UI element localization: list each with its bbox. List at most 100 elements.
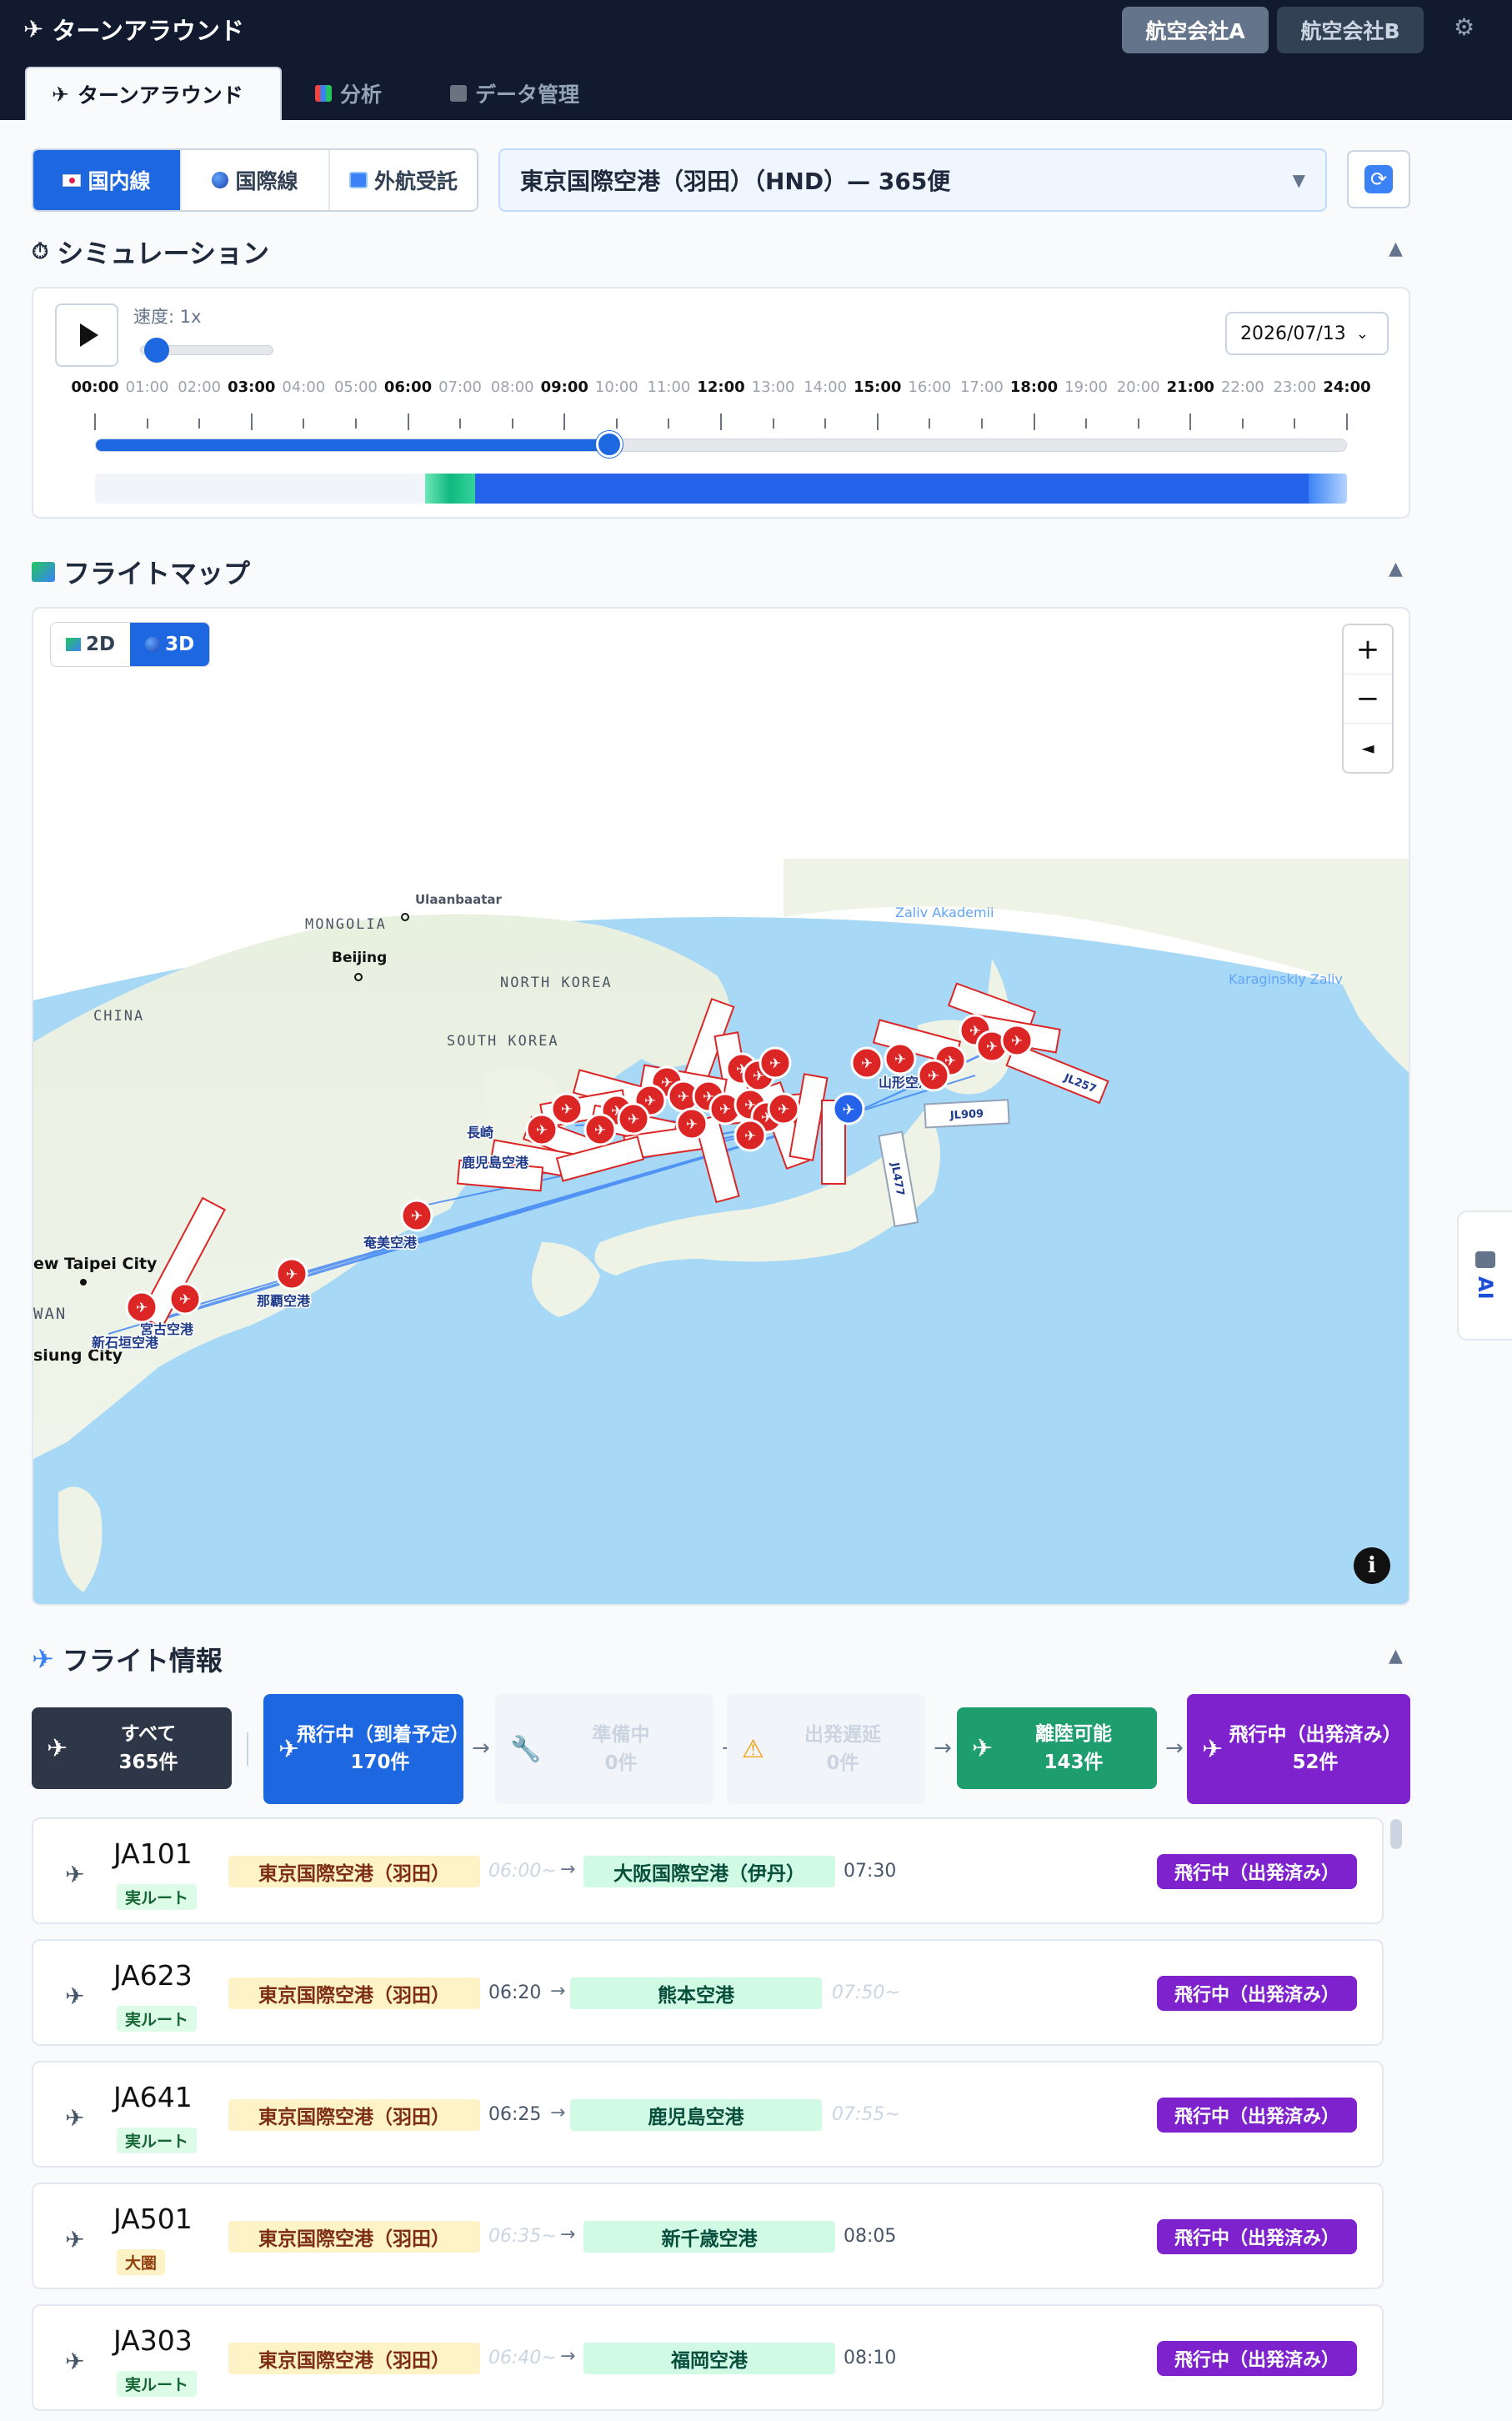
hour-tick: [876, 414, 879, 430]
flight-row[interactable]: ✈ JA641 実ルート 東京国際空港（羽田） 06:25 → 鹿児島空港 07:55~ 飛行中…: [32, 2061, 1384, 2168]
filter-preparing[interactable]: 🔧 準備中 0件: [495, 1694, 713, 1804]
airline-a-button[interactable]: 航空会社A: [1122, 7, 1269, 53]
airline-b-button[interactable]: 航空会社B: [1277, 7, 1424, 53]
hour-tick: [1085, 419, 1088, 429]
airport-select[interactable]: 東京国際空港（羽田）（HND）— 365便 ▼: [498, 148, 1327, 212]
airplane-icon: ✈: [561, 1101, 573, 1118]
timeline-slider[interactable]: [95, 431, 1347, 458]
hour-tick: [1033, 414, 1035, 430]
hour-tick: [1189, 414, 1192, 430]
hour-tick: [1294, 419, 1296, 429]
refresh-icon: ⟳: [1364, 165, 1393, 193]
zoom-in-button[interactable]: +: [1344, 625, 1392, 674]
airplane-icon: ✈: [1202, 1734, 1224, 1764]
tab-turnaround[interactable]: ✈ ターンアラウンド: [25, 67, 282, 120]
airplane-icon: ✈: [744, 1128, 756, 1145]
hour-tick: [146, 419, 148, 429]
airplane-icon: ✈: [65, 2348, 85, 2375]
view-3d-button[interactable]: 3D: [130, 623, 210, 666]
departure-airport: 東京国際空港（羽田）: [228, 1856, 480, 1887]
zoom-out-button[interactable]: −: [1344, 674, 1392, 724]
tab-analysis[interactable]: 分析: [315, 67, 382, 120]
scrollbar[interactable]: [1390, 1819, 1402, 1849]
hour-tick: [511, 419, 513, 429]
airplane-icon: ✈: [678, 1089, 689, 1105]
speed-slider-thumb[interactable]: [144, 338, 169, 363]
filter-delayed[interactable]: ⚠ 出発遅延 0件: [727, 1694, 925, 1804]
arrow-icon: →: [560, 2224, 576, 2245]
map-canvas[interactable]: MONGOLIA Ulaanbaatar Beijing CHINA NORTH…: [33, 609, 1410, 1606]
hour-tick: [824, 419, 827, 429]
airplane-icon: ✈: [894, 1051, 906, 1068]
airplane-icon: ✈: [928, 1068, 939, 1085]
place-label: CHINA: [93, 1008, 144, 1025]
hour-tick: [668, 419, 670, 429]
status-badge: 飛行中（出発済み）: [1157, 1976, 1357, 2011]
filter-arriving[interactable]: ✈ 飛行中（到着予定） 170件: [263, 1694, 469, 1804]
filter-departed[interactable]: ✈ 飛行中（出発済み） 52件: [1187, 1694, 1410, 1804]
hour-tick: [772, 419, 774, 429]
airport-label: 長崎: [467, 1125, 493, 1140]
japan-flag-icon: [63, 173, 82, 187]
flight-map[interactable]: MONGOLIA Ulaanbaatar Beijing CHINA NORTH…: [32, 607, 1410, 1606]
mode-international[interactable]: 国際線: [182, 150, 330, 210]
tab-data-management[interactable]: データ管理: [450, 67, 579, 120]
arrival-time: 07:30: [844, 1861, 897, 1882]
airplane-icon: ✈: [179, 1291, 191, 1308]
flight-row[interactable]: ✈ JA501 大圏 東京国際空港（羽田） 06:35~ → 新千歳空港 08:05 飛行中（出…: [32, 2183, 1384, 2289]
arrow-icon: →: [550, 1981, 566, 2002]
departure-time: 06:25: [488, 2104, 542, 2125]
collapse-flight-info-icon[interactable]: ▲: [1389, 1646, 1403, 1667]
app-title: ✈ ターンアラウンド: [23, 15, 244, 45]
departure-airport: 東京国際空港（羽田）: [228, 1977, 480, 2009]
hour-tick: [980, 419, 983, 429]
wrench-icon: 🔧: [510, 1734, 542, 1764]
timeline-thumb[interactable]: [595, 431, 623, 458]
departure-airport: 東京国際空港（羽田）: [228, 2099, 480, 2131]
arrival-airport: 大阪国際空港（伊丹）: [583, 1856, 835, 1887]
speed-slider[interactable]: [140, 338, 273, 363]
status-badge: 飛行中（出発済み）: [1157, 2219, 1357, 2254]
collapse-map-icon[interactable]: ▲: [1389, 559, 1403, 579]
filter-all[interactable]: ✈ すべて 365件: [32, 1707, 232, 1789]
top-bar: ✈ ターンアラウンド 航空会社A 航空会社B ⚙ ✈ ターンアラウンド 分析 デ…: [0, 0, 1512, 120]
ai-assistant-tab[interactable]: AI: [1457, 1210, 1512, 1341]
zoom-controls: + − ◄: [1342, 624, 1394, 774]
airplane-icon: ✈: [23, 15, 44, 43]
mode-foreign-consigned[interactable]: 外航受託: [330, 150, 477, 210]
airplane-icon: ✈: [65, 1861, 85, 1888]
airplane-icon: ✈: [136, 1300, 148, 1316]
flight-row[interactable]: ✈ JA303 実ルート 東京国際空港（羽田） 06:40~ → 福岡空港 08:10 飛行中（…: [32, 2304, 1384, 2411]
airport-label: 新石垣空港: [92, 1335, 159, 1351]
view-2d-button[interactable]: 2D: [51, 623, 130, 666]
map-icon: [66, 638, 81, 651]
refresh-button[interactable]: ⟳: [1347, 150, 1410, 208]
arrival-time: 08:05: [844, 2226, 897, 2247]
chart-icon: [315, 85, 332, 102]
flight-row[interactable]: ✈ JA101 実ルート 東京国際空港（羽田） 06:00~ → 大阪国際空港（伊丹） 07:…: [32, 1817, 1384, 1924]
mode-domestic[interactable]: 国内線: [33, 150, 182, 210]
flight-label[interactable]: JL909: [924, 1099, 1010, 1129]
airplane-icon: ✈: [594, 1122, 606, 1139]
filter-ready[interactable]: ✈ 離陸可能 143件: [957, 1707, 1157, 1789]
route-type-badge: 実ルート: [117, 2006, 198, 2032]
airplane-icon: ✈: [52, 82, 69, 107]
place-label: WAN: [33, 1305, 67, 1323]
airplane-icon: ✈: [65, 1982, 85, 2010]
compass-button[interactable]: ◄: [1344, 724, 1392, 772]
globe-icon: [212, 172, 229, 188]
gear-icon[interactable]: ⚙: [1454, 13, 1474, 41]
stopwatch-icon: ⏱: [32, 238, 49, 264]
collapse-simulation-icon[interactable]: ▲: [1389, 238, 1403, 259]
info-button[interactable]: i: [1354, 1547, 1390, 1584]
hour-label: 24:00: [1323, 378, 1371, 396]
departure-time: 06:40~: [488, 2348, 557, 2368]
date-select[interactable]: 2026/07/13 ⌄: [1225, 312, 1389, 355]
place-label: NORTH KOREA: [500, 975, 613, 991]
timeline-progress: [96, 439, 608, 451]
airplane-icon: ✈: [986, 1039, 998, 1055]
aircraft-registration: JA101: [113, 1837, 193, 1870]
arrival-airport: 福岡空港: [583, 2343, 835, 2374]
play-button[interactable]: [55, 303, 118, 367]
flight-row[interactable]: ✈ JA623 実ルート 東京国際空港（羽田） 06:20 → 熊本空港 07:50~ 飛行中（…: [32, 1939, 1384, 2046]
